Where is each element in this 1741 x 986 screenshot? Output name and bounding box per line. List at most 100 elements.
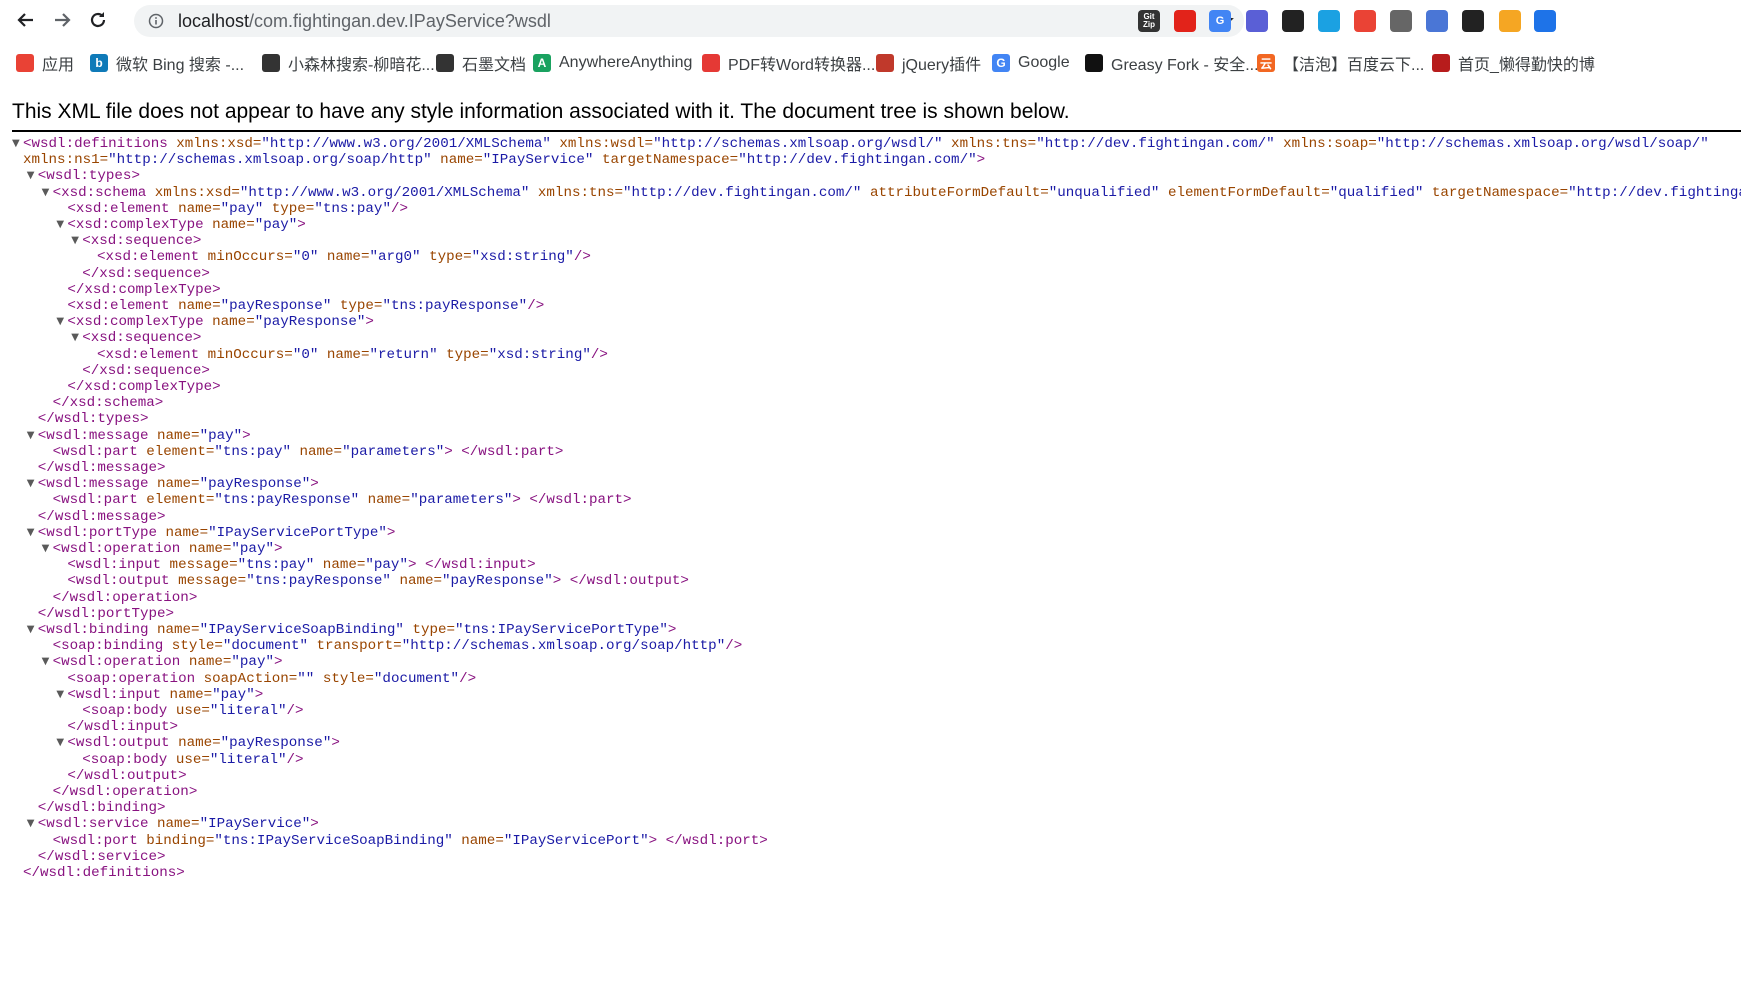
xml-attr-name: name= [314,557,366,574]
xml-attr-value: "http://schemas.xmlsoap.org/soap/http" [108,152,432,169]
xml-style-notice: This XML file does not appear to have an… [12,100,1070,123]
xml-attr-name: use= [167,751,210,768]
xml-attr-value: "return" [369,346,438,363]
xml-attr-name: element= [137,492,215,509]
xml-tag: > </wsdl:part> [444,443,564,460]
xml-attr-value: "tns:payResponse" [214,492,360,509]
xml-tag: <soap:binding [52,638,164,655]
xml-attr-name: name= [169,200,221,217]
bookmark-item[interactable]: PDF转Word转换器... [702,51,875,75]
xml-attr-value: "pay" [365,557,408,574]
collapse-toggle-icon[interactable]: ▼ [27,171,37,181]
xml-tag: /> [573,249,591,266]
xml-tag: > [667,622,677,638]
xml-attr-name: targetNamespace= [593,152,739,169]
collapse-toggle-icon[interactable]: ▼ [42,187,52,198]
xml-attr-value: "http://schemas.xmlsoap.org/soap/http" [401,638,726,655]
xml-tag: <xsd:element [97,249,200,266]
xml-attr-value: "http://dev.fightingan.com/" [623,184,862,201]
reload-icon [90,12,106,28]
arrow-left-icon [17,13,33,27]
bookmark-item[interactable]: 小森林搜索-柳暗花... [262,51,435,75]
xml-attr-value: "pay" [199,427,243,444]
checkmark-circle-icon[interactable] [1246,10,1268,32]
xml-tag: <xsd:element [67,200,170,217]
url-text[interactable]: localhost/com.fightingan.dev.IPayService… [178,11,551,31]
collapse-toggle-icon[interactable]: ▼ [27,430,37,441]
collapse-toggle-icon[interactable]: ▼ [56,689,66,700]
bookmark-item[interactable]: A AnywhereAnything [533,51,692,75]
translate-icon[interactable]: G [1209,10,1231,32]
collapse-toggle-icon[interactable]: ▼ [71,236,81,246]
xml-attr-value: "http://dev.fightingan.com/" [738,152,977,169]
reload-button[interactable] [86,8,110,32]
xml-tag: </wsdl:message> [37,460,166,476]
xml-tag: > [365,314,374,331]
bookmark-item[interactable]: G Google [992,51,1070,75]
xml-tag: </wsdl:binding> [37,800,166,817]
collapse-toggle-icon[interactable]: ▼ [27,479,37,489]
xml-attr-value: "tns:payResponse" [382,298,528,314]
collapse-toggle-icon[interactable]: ▼ [27,625,37,635]
collapse-toggle-icon[interactable]: ▼ [27,527,37,538]
collapse-toggle-icon[interactable]: ▼ [42,544,52,554]
infinity-icon[interactable] [1390,10,1412,32]
info-icon[interactable] [148,13,164,34]
xml-attr-value: "arg0" [369,249,421,266]
collapse-toggle-icon[interactable]: ▼ [12,139,22,149]
mask-icon[interactable] [1462,10,1484,32]
bookmark-item[interactable]: 应用 [16,51,74,75]
xml-attr-name: type= [403,622,456,638]
back-button[interactable] [14,8,38,32]
xml-attr-value: "tns:payResponse" [246,573,391,590]
xml-attr-name: message= [169,573,247,590]
xml-attr-name: minOccurs= [199,249,293,266]
bookmark-label: 应用 [42,57,75,74]
xml-attr-name: message= [161,557,238,574]
collapse-toggle-icon[interactable]: ▼ [71,333,81,343]
shimo-icon [436,54,454,72]
collapse-toggle-icon[interactable]: ▼ [56,738,66,748]
xml-tag: > </wsdl:input> [407,557,536,574]
xml-attr-name: name= [290,443,343,460]
address-bar[interactable]: localhost/com.fightingan.dev.IPayService… [134,5,1244,37]
xml-attr-value: "http://schemas.xmlsoap.org/wsdl/" [653,136,943,152]
google-icon: G [992,54,1010,72]
xml-attr-name: xmlns:xsd= [167,136,262,152]
collapse-toggle-icon[interactable]: ▼ [56,317,66,327]
xml-tag: <wsdl:binding [37,622,149,638]
collapse-toggle-icon[interactable]: ▼ [42,657,52,667]
bookmark-item[interactable]: jQuery插件 [876,51,981,75]
xml-attr-name: name= [318,346,370,363]
xml-attr-name: minOccurs= [199,346,293,363]
half-circle-icon[interactable] [1426,10,1448,32]
xml-tag: > [273,654,283,671]
shield-icon[interactable] [1534,10,1556,32]
tampermonkey-icon[interactable] [1499,10,1521,32]
bookmark-item[interactable]: 首页_懒得勤快的博 [1432,51,1595,75]
xml-tag: </xsd:complexType> [67,281,221,298]
xml-tag: <wsdl:port [52,832,138,849]
collapse-toggle-icon[interactable]: ▼ [56,220,66,230]
bookmark-item[interactable]: Greasy Fork - 安全... [1085,51,1259,75]
gamepad-icon[interactable] [1282,10,1304,32]
xml-tag: <wsdl:output [67,573,170,590]
xml-attr-name: name= [203,217,255,233]
xml-attr-value: "tns:IPayServicePortType" [455,622,668,638]
xml-attr-value: "0" [292,346,319,363]
xml-tag: </wsdl:input> [67,719,179,736]
arrow-right-icon [55,13,71,27]
xml-tag: /> [527,298,545,314]
location-pin-icon[interactable] [1354,10,1376,32]
xml-tag: <wsdl:portType [37,524,157,541]
forward-button[interactable] [50,8,74,32]
bookmark-item[interactable]: b 微软 Bing 搜索 -... [90,51,244,75]
collapse-toggle-icon[interactable]: ▼ [27,819,37,829]
xml-tag: /> [725,638,743,655]
gitzip-icon[interactable]: Git Zip [1138,10,1160,32]
xml-attr-name: name= [148,622,200,638]
screenshot-icon[interactable] [1318,10,1340,32]
bookmark-item[interactable]: 云【洁泡】百度云下... [1257,51,1424,75]
adblock-icon[interactable] [1174,10,1196,32]
bookmark-item[interactable]: 石墨文档 [436,51,526,75]
